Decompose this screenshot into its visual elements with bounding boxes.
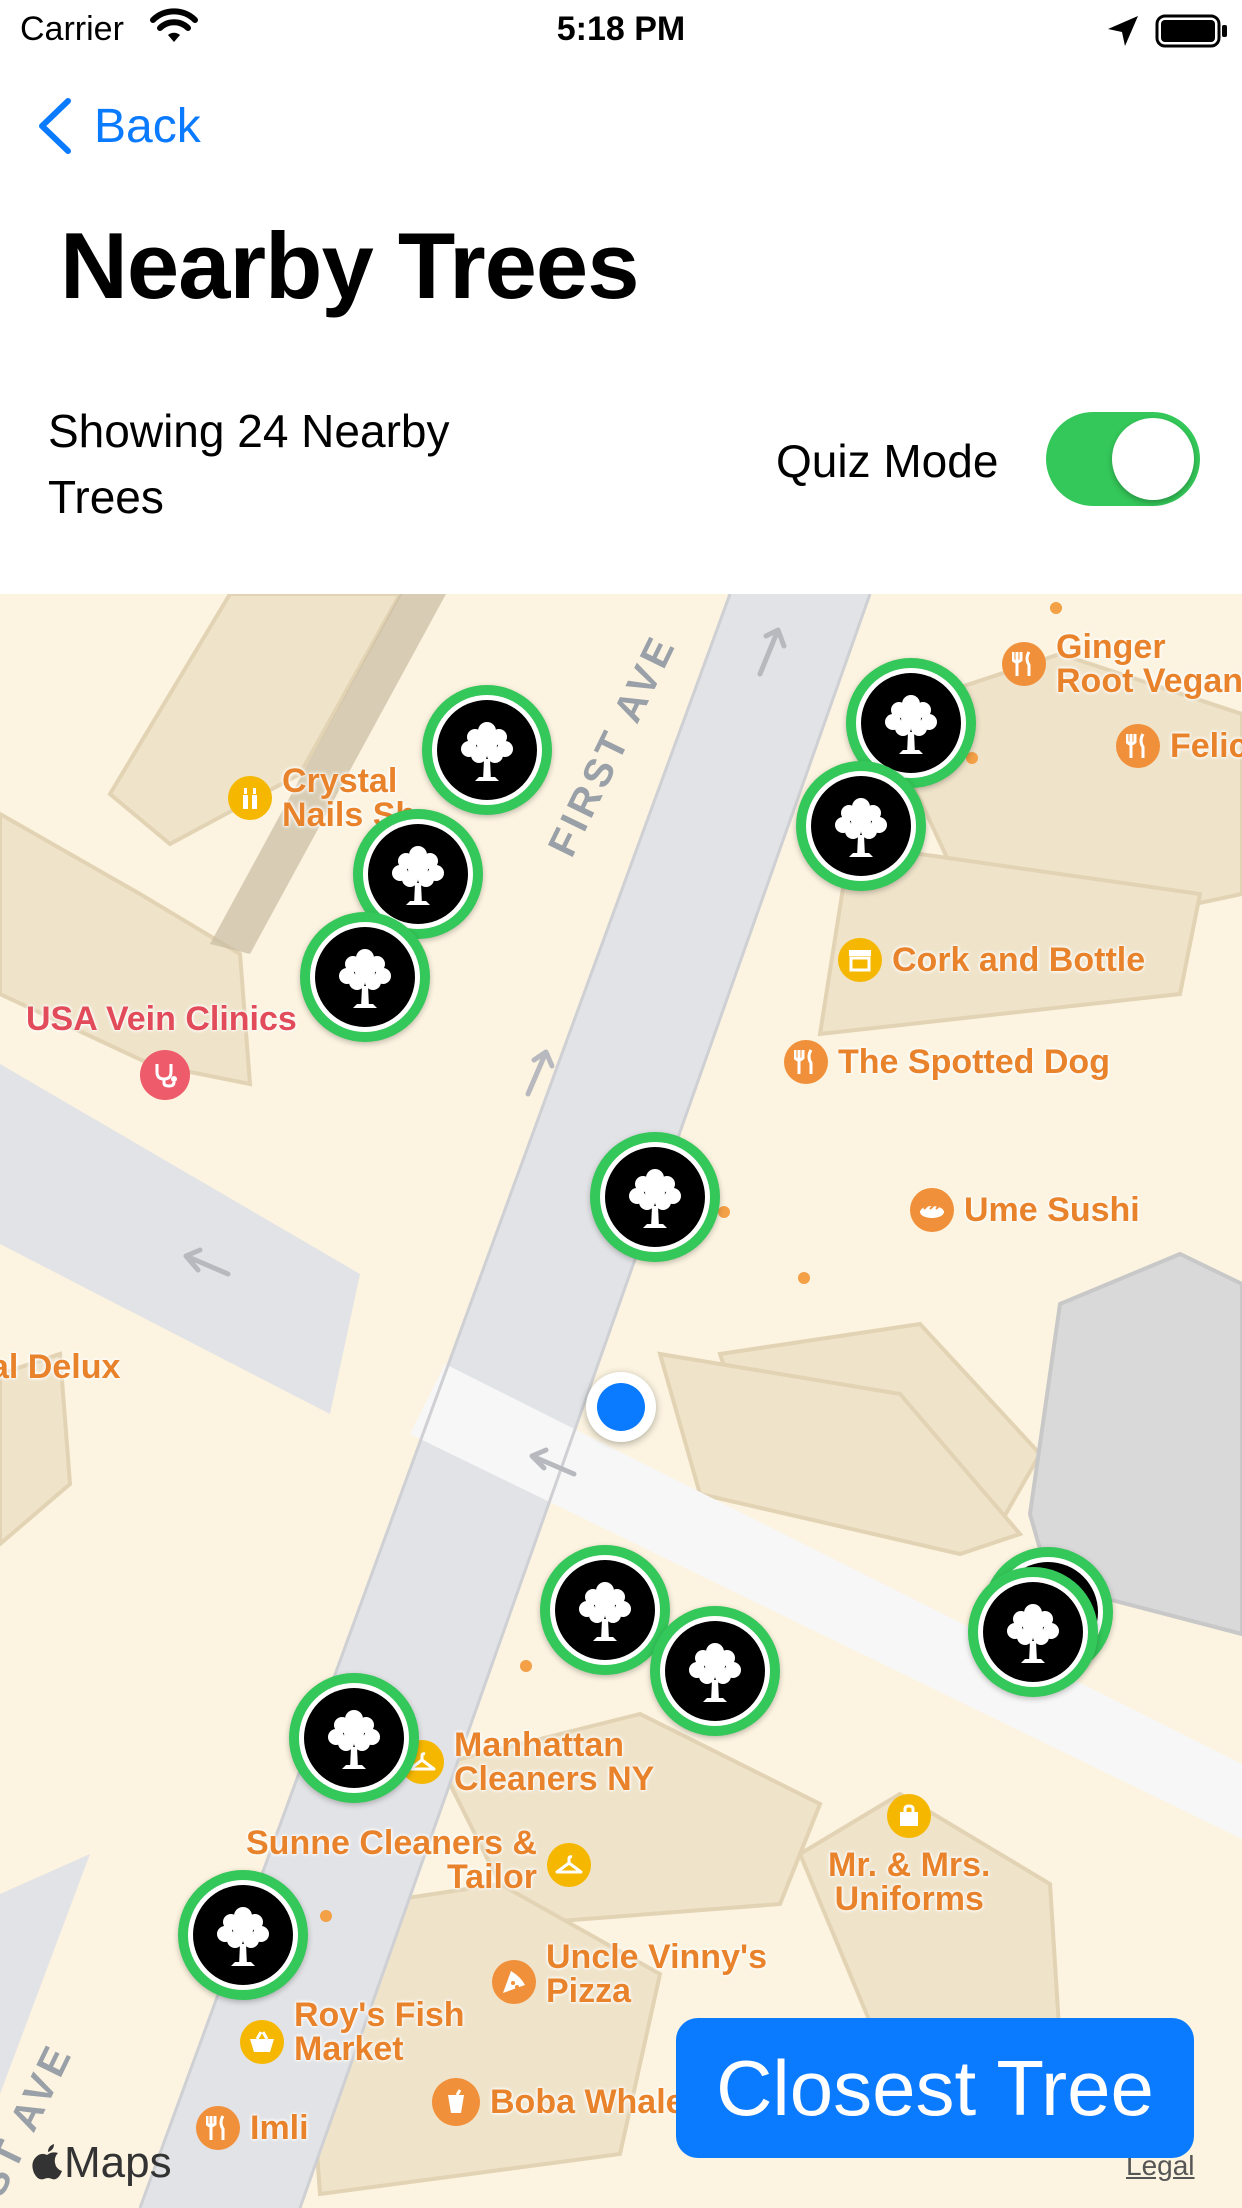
poi-imli[interactable]: Imli bbox=[196, 2106, 309, 2150]
basket-icon bbox=[240, 2020, 284, 2064]
hanger-icon bbox=[546, 1843, 591, 1887]
quiz-mode-toggle[interactable] bbox=[1046, 412, 1200, 506]
tree-icon bbox=[689, 1643, 741, 1702]
tree-pin[interactable] bbox=[289, 1673, 419, 1803]
poi-roys-fish-market[interactable]: Roy's Fish Market bbox=[240, 1998, 465, 2066]
poi-uncle-vinnys-pizza[interactable]: Uncle Vinny's Pizza bbox=[492, 1940, 767, 2008]
tree-icon bbox=[835, 798, 887, 857]
toggle-knob bbox=[1112, 418, 1194, 500]
fork-knife-icon bbox=[1002, 642, 1046, 686]
tree-icon bbox=[392, 846, 444, 905]
quiz-mode-label: Quiz Mode bbox=[776, 435, 999, 487]
maps-attribution: Maps bbox=[64, 2138, 172, 2187]
tree-icon bbox=[339, 949, 391, 1008]
poi-manhattan-cleaners[interactable]: Manhattan Cleaners NY bbox=[400, 1728, 654, 1796]
poi-boba-whale[interactable]: Boba Whale bbox=[432, 2078, 685, 2126]
back-label: Back bbox=[94, 99, 201, 153]
sushi-icon bbox=[910, 1188, 954, 1232]
fork-knife-icon bbox=[784, 1040, 828, 1084]
tree-icon bbox=[579, 1582, 631, 1641]
tree-icon bbox=[1007, 1604, 1059, 1663]
poi-ginger-root-vegan[interactable]: Ginger Root Vegan bbox=[1002, 630, 1242, 698]
poi-ume-sushi[interactable]: Ume Sushi bbox=[910, 1188, 1140, 1232]
fork-knife-icon bbox=[1116, 724, 1160, 768]
pizza-icon bbox=[492, 1960, 536, 2004]
map-view[interactable]: FIRST AVE ST AVE Ginger Root Vegan Felic … bbox=[0, 594, 1242, 2208]
stethoscope-icon bbox=[140, 1050, 190, 1100]
apple-maps-logo: Maps bbox=[30, 2138, 172, 2188]
poi-the-spotted-dog[interactable]: The Spotted Dog bbox=[784, 1040, 1110, 1084]
tree-pin[interactable] bbox=[422, 685, 552, 815]
bag-icon bbox=[887, 1794, 932, 1838]
poi-cork-and-bottle[interactable]: Cork and Bottle bbox=[838, 938, 1145, 982]
nails-icon bbox=[228, 776, 272, 820]
fork-knife-icon bbox=[196, 2106, 240, 2150]
tree-pin[interactable] bbox=[796, 761, 926, 891]
tree-pin[interactable] bbox=[178, 1870, 308, 2000]
user-location-dot bbox=[586, 1372, 656, 1442]
chevron-left-icon bbox=[39, 98, 71, 154]
tree-icon bbox=[328, 1710, 380, 1769]
battery-icon bbox=[1155, 14, 1227, 48]
poi-al-delux[interactable]: al Delux bbox=[0, 1350, 120, 1384]
poi-usa-vein-clinics[interactable]: USA Vein Clinics bbox=[26, 1002, 297, 1100]
cup-icon bbox=[432, 2078, 480, 2126]
tree-pin[interactable] bbox=[968, 1567, 1098, 1697]
tree-pin[interactable] bbox=[650, 1606, 780, 1736]
store-icon bbox=[838, 938, 882, 982]
tree-count-text: Showing 24 Nearby Trees bbox=[48, 405, 450, 523]
closest-tree-button[interactable]: Closest Tree bbox=[676, 2018, 1194, 2158]
tree-icon bbox=[629, 1169, 681, 1228]
tree-icon bbox=[461, 722, 513, 781]
page-title: Nearby Trees bbox=[60, 213, 639, 318]
status-bar: Carrier 5:18 PM bbox=[0, 0, 1242, 62]
location-arrow-icon bbox=[1108, 16, 1138, 46]
poi-mr-mrs-uniforms[interactable]: Mr. & Mrs. Uniforms bbox=[828, 1794, 990, 1916]
poi-felic[interactable]: Felic bbox=[1116, 724, 1242, 768]
tree-pin[interactable] bbox=[590, 1132, 720, 1262]
tree-icon bbox=[217, 1907, 269, 1966]
tree-icon bbox=[885, 695, 937, 754]
clock: 5:18 PM bbox=[556, 10, 686, 48]
poi-sunne-cleaners[interactable]: Sunne Cleaners & Tailor bbox=[246, 1826, 591, 1894]
tree-pin[interactable] bbox=[540, 1545, 670, 1675]
back-button[interactable]: Back bbox=[36, 96, 201, 156]
apple-logo-icon bbox=[32, 2144, 62, 2180]
tree-pin[interactable] bbox=[300, 912, 430, 1042]
